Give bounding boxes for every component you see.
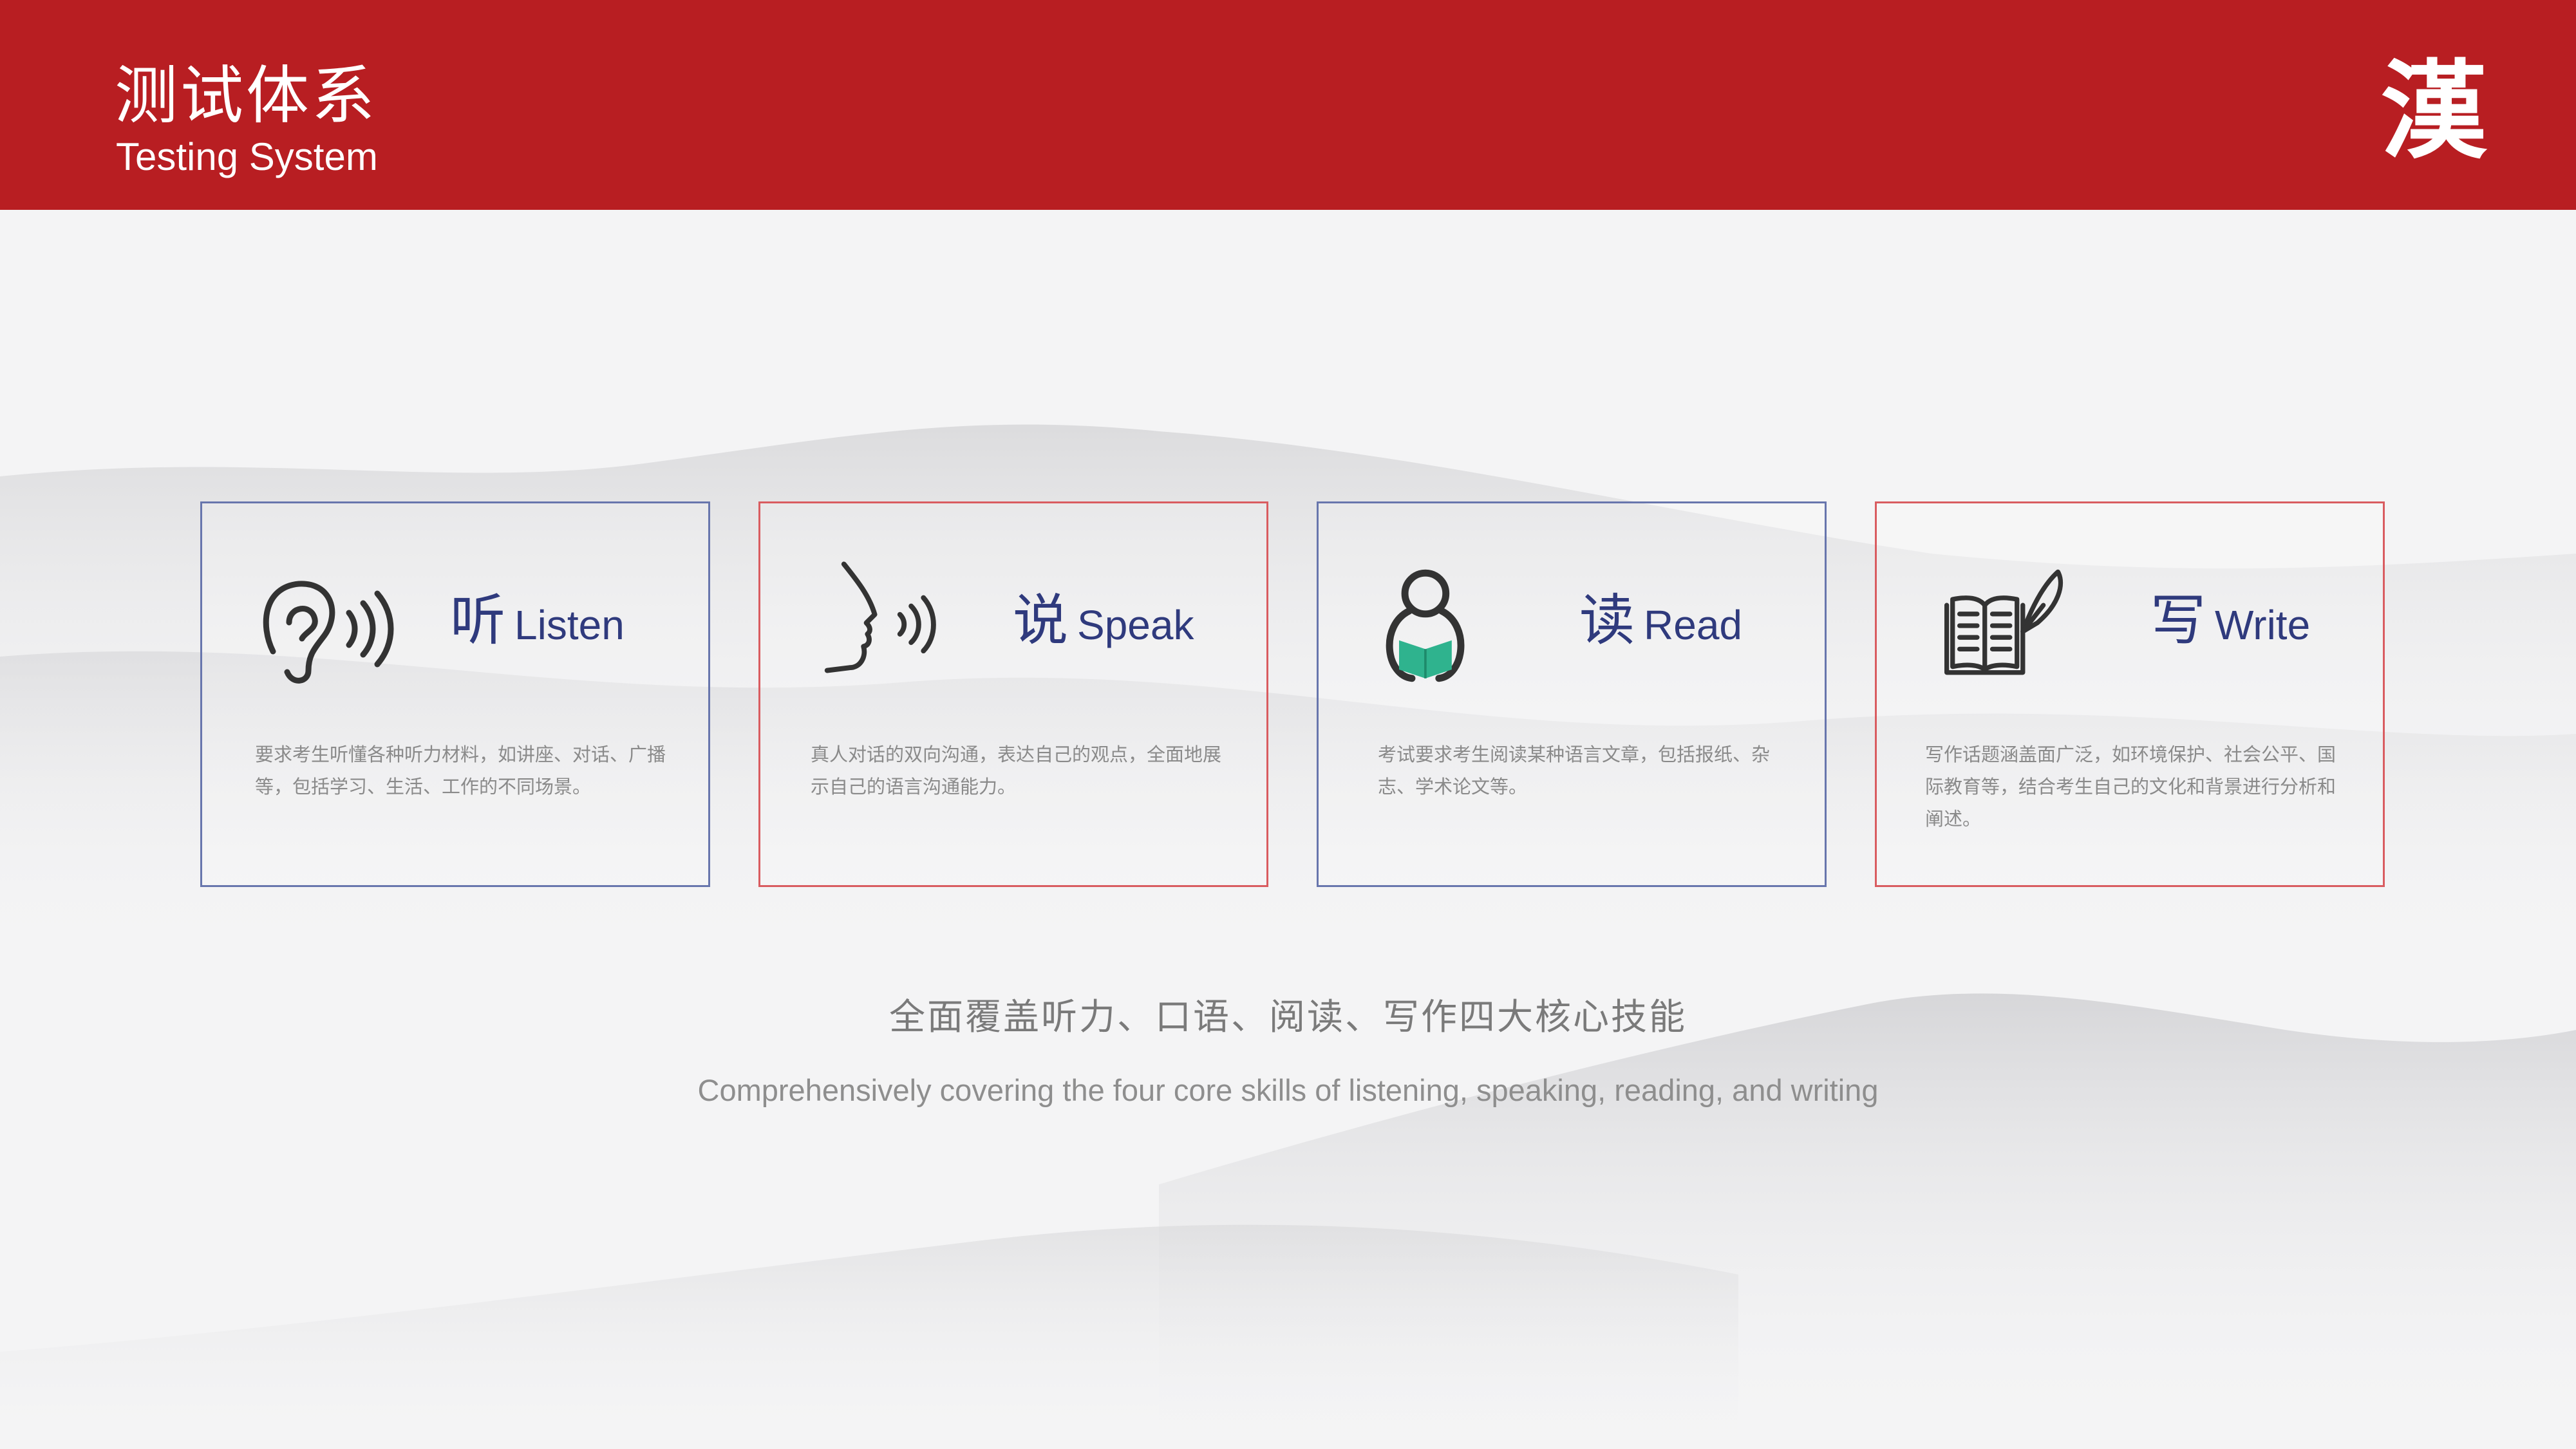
card-title-label: Write [2215, 602, 2311, 648]
card-title-label: Listen [514, 602, 625, 648]
han-calligraphy-logo: 漢 [2381, 51, 2488, 173]
card-desc-listen: 要求考生听懂各种听力材料，如讲座、对话、广播等，包括学习、生活、工作的不同场景。 [255, 743, 666, 798]
card-title-speak: 说 Speak [1013, 590, 1194, 651]
card-desc-speak: 真人对话的双向沟通，表达自己的观点，全面地展示自己的语言沟通能力。 [811, 743, 1222, 798]
card-title-label: Speak [1077, 602, 1194, 648]
summary-en: Comprehensively covering the four core s… [697, 1073, 1879, 1107]
page-title: 测试体系 [115, 59, 378, 133]
card-desc-read: 考试要求考生阅读某种语言文章，包括报纸、杂志、学术论文等。 [1378, 743, 1771, 798]
summary-zh: 全面覆盖听力、口语、阅读、写作四大核心技能 [889, 996, 1687, 1038]
skill-card-listen: 听 Listen 要求考生听懂各种听力材料，如讲座、对话、广播等，包括学习、生活、… [200, 501, 710, 887]
card-title-char: 读 [1579, 588, 1635, 653]
header-bar: 测试体系 Testing System 漢 [0, 0, 2576, 210]
skill-card-speak: 说 Speak 真人对话的双向沟通，表达自己的观点，全面地展示自己的语言沟通能力。 [758, 501, 1268, 887]
card-title-read: 读 Read [1579, 590, 1742, 651]
person-reading-book-icon [1386, 569, 1465, 682]
skill-card-write: 写 Write 写作话题涵盖面广泛，如环境保护、社会公平、国际教育等，结合考生自己… [1875, 501, 2385, 887]
speaking-face-icon [824, 561, 936, 673]
skill-card-read: 读 Read 考试要求考生阅读某种语言文章，包括报纸、杂志、学术论文等。 [1317, 501, 1827, 887]
card-title-char: 听 [450, 588, 505, 653]
book-quill-icon [1944, 569, 2063, 675]
card-title-label: Read [1644, 602, 1742, 648]
card-title-char: 写 [2150, 588, 2206, 653]
card-title-char: 说 [1013, 588, 1068, 653]
card-title-listen: 听 Listen [450, 590, 625, 651]
card-title-write: 写 Write [2150, 590, 2310, 651]
card-desc-write: 写作话题涵盖面广泛，如环境保护、社会公平、国际教育等，结合考生自己的文化和背景进… [1925, 743, 2336, 830]
ear-sound-icon [263, 581, 394, 684]
page-subtitle: Testing System [116, 135, 378, 178]
svg-text:漢: 漢 [2381, 51, 2488, 173]
